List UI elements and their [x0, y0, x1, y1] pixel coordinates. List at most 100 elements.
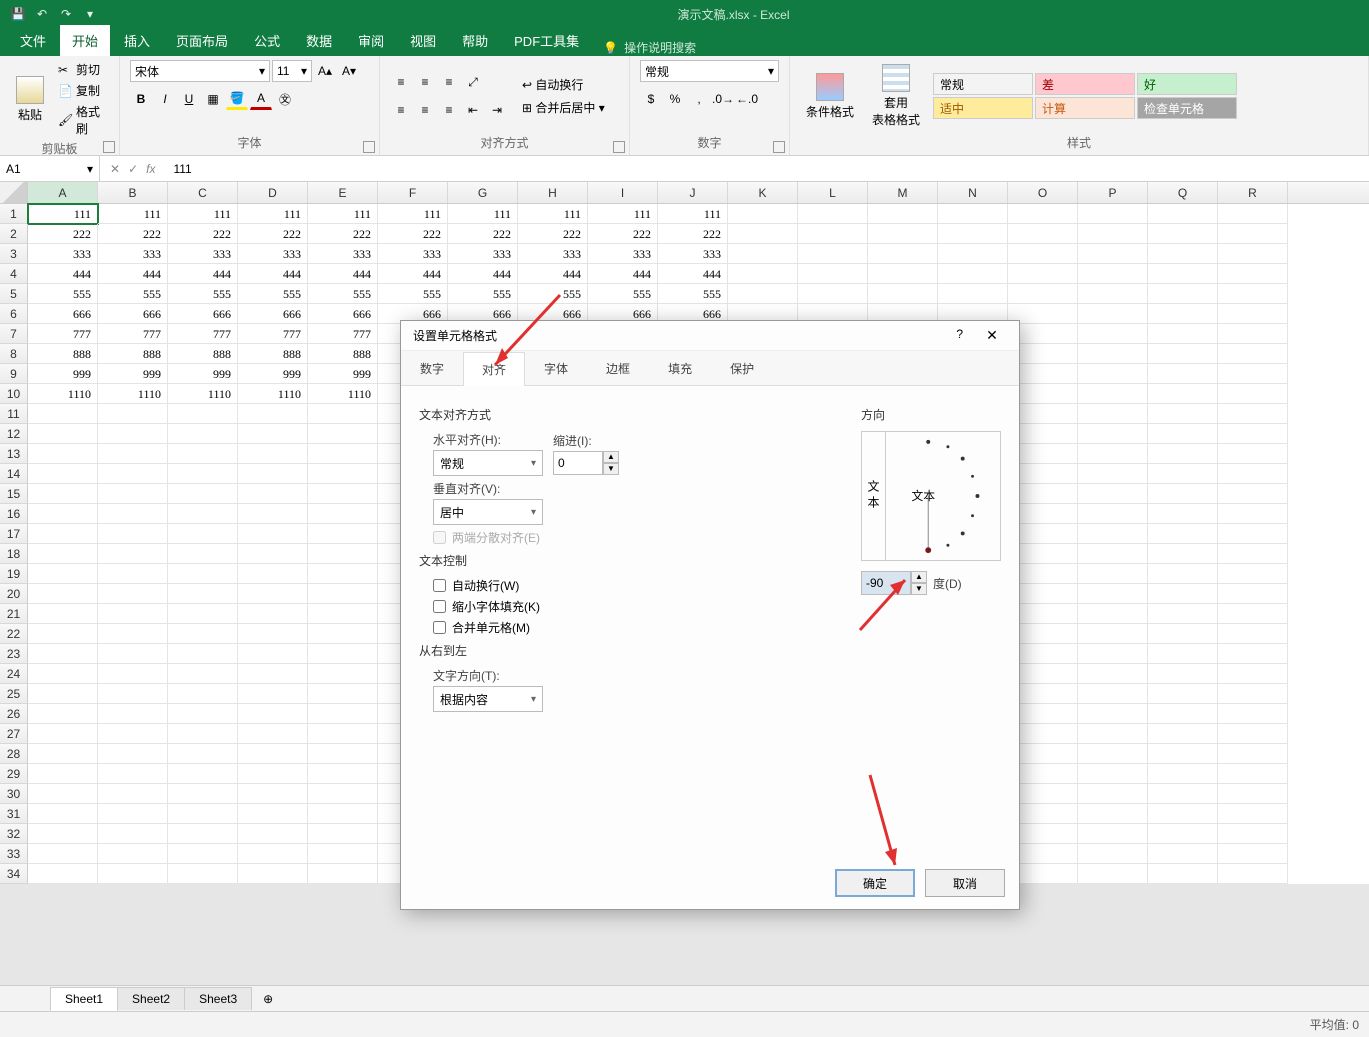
cell[interactable]: [1078, 404, 1148, 424]
sheet-tab-1[interactable]: Sheet1: [50, 987, 118, 1011]
row-header[interactable]: 32: [0, 824, 28, 844]
cell[interactable]: 1110: [168, 384, 238, 404]
cell[interactable]: [1078, 524, 1148, 544]
cell[interactable]: 999: [168, 364, 238, 384]
cell[interactable]: [28, 404, 98, 424]
cell[interactable]: [1078, 584, 1148, 604]
cell[interactable]: [308, 764, 378, 784]
cell[interactable]: 777: [168, 324, 238, 344]
cell[interactable]: [308, 564, 378, 584]
cell[interactable]: 111: [28, 204, 98, 224]
cell[interactable]: [1218, 524, 1288, 544]
cell[interactable]: 333: [588, 244, 658, 264]
cell[interactable]: 555: [168, 284, 238, 304]
cell[interactable]: [1078, 504, 1148, 524]
cell[interactable]: [1078, 624, 1148, 644]
col-header-A[interactable]: A: [28, 182, 98, 203]
cell[interactable]: [868, 244, 938, 264]
cell[interactable]: [98, 584, 168, 604]
font-color-button[interactable]: A: [250, 88, 272, 110]
cell[interactable]: [1078, 444, 1148, 464]
cell[interactable]: 222: [448, 224, 518, 244]
cell[interactable]: [308, 844, 378, 864]
percent-button[interactable]: %: [664, 88, 686, 110]
cell[interactable]: [798, 224, 868, 244]
style-normal[interactable]: 常规: [933, 73, 1033, 95]
cell[interactable]: 111: [588, 204, 658, 224]
cell[interactable]: 666: [98, 304, 168, 324]
row-header[interactable]: 21: [0, 604, 28, 624]
cell[interactable]: [168, 544, 238, 564]
col-header-G[interactable]: G: [448, 182, 518, 203]
row-header[interactable]: 20: [0, 584, 28, 604]
cell[interactable]: 444: [238, 264, 308, 284]
tab-view[interactable]: 视图: [398, 25, 448, 56]
cell[interactable]: [1218, 604, 1288, 624]
cell[interactable]: 222: [168, 224, 238, 244]
cell[interactable]: [1148, 744, 1218, 764]
cell[interactable]: [1008, 284, 1078, 304]
enter-formula-icon[interactable]: ✓: [128, 162, 138, 176]
cell[interactable]: [1078, 664, 1148, 684]
cell[interactable]: 444: [518, 264, 588, 284]
row-header[interactable]: 33: [0, 844, 28, 864]
row-header[interactable]: 31: [0, 804, 28, 824]
cell[interactable]: [98, 464, 168, 484]
increase-decimal-button[interactable]: .0→: [712, 88, 734, 110]
cell[interactable]: [1148, 424, 1218, 444]
cell[interactable]: [238, 844, 308, 864]
cell[interactable]: [1218, 484, 1288, 504]
cell[interactable]: 444: [168, 264, 238, 284]
cell[interactable]: [1078, 204, 1148, 224]
cell[interactable]: [1148, 684, 1218, 704]
tab-file[interactable]: 文件: [8, 25, 58, 56]
cell[interactable]: [98, 444, 168, 464]
cell[interactable]: [308, 644, 378, 664]
cell[interactable]: [98, 784, 168, 804]
cell[interactable]: 666: [308, 304, 378, 324]
row-header[interactable]: 2: [0, 224, 28, 244]
cell[interactable]: [98, 704, 168, 724]
cell[interactable]: [1148, 284, 1218, 304]
cell[interactable]: [1148, 704, 1218, 724]
cell[interactable]: [98, 504, 168, 524]
cell[interactable]: 111: [658, 204, 728, 224]
cell[interactable]: 999: [28, 364, 98, 384]
qat-more-icon[interactable]: ▾: [82, 6, 98, 22]
cell[interactable]: [28, 624, 98, 644]
dlgtab-font[interactable]: 字体: [525, 351, 587, 385]
cell[interactable]: [308, 744, 378, 764]
cell[interactable]: 333: [658, 244, 728, 264]
col-header-R[interactable]: R: [1218, 182, 1288, 203]
cell[interactable]: [728, 204, 798, 224]
cell[interactable]: [238, 704, 308, 724]
tab-formulas[interactable]: 公式: [242, 25, 292, 56]
cell[interactable]: 222: [28, 224, 98, 244]
cell[interactable]: [1218, 864, 1288, 884]
phonetic-button[interactable]: ㉆: [274, 88, 296, 110]
cell[interactable]: [1148, 384, 1218, 404]
cell[interactable]: [1078, 564, 1148, 584]
style-good[interactable]: 好: [1137, 73, 1237, 95]
cell[interactable]: [1008, 244, 1078, 264]
align-top-button[interactable]: ≡: [390, 71, 412, 93]
cell[interactable]: [28, 704, 98, 724]
cell[interactable]: [98, 424, 168, 444]
cell[interactable]: [728, 284, 798, 304]
cell[interactable]: [1218, 564, 1288, 584]
cell[interactable]: 444: [588, 264, 658, 284]
cell[interactable]: 222: [98, 224, 168, 244]
cell[interactable]: 111: [378, 204, 448, 224]
cell[interactable]: [1218, 684, 1288, 704]
cell[interactable]: [28, 444, 98, 464]
comma-button[interactable]: ,: [688, 88, 710, 110]
shrink-fit-checkbox[interactable]: [433, 600, 446, 613]
cell[interactable]: 222: [518, 224, 588, 244]
row-header[interactable]: 25: [0, 684, 28, 704]
cell[interactable]: [168, 744, 238, 764]
cell[interactable]: [1218, 384, 1288, 404]
row-header[interactable]: 19: [0, 564, 28, 584]
cell[interactable]: [798, 284, 868, 304]
align-launcher[interactable]: [613, 141, 625, 153]
merge-center-button[interactable]: ⊞ 合并后居中 ▾: [522, 99, 605, 116]
